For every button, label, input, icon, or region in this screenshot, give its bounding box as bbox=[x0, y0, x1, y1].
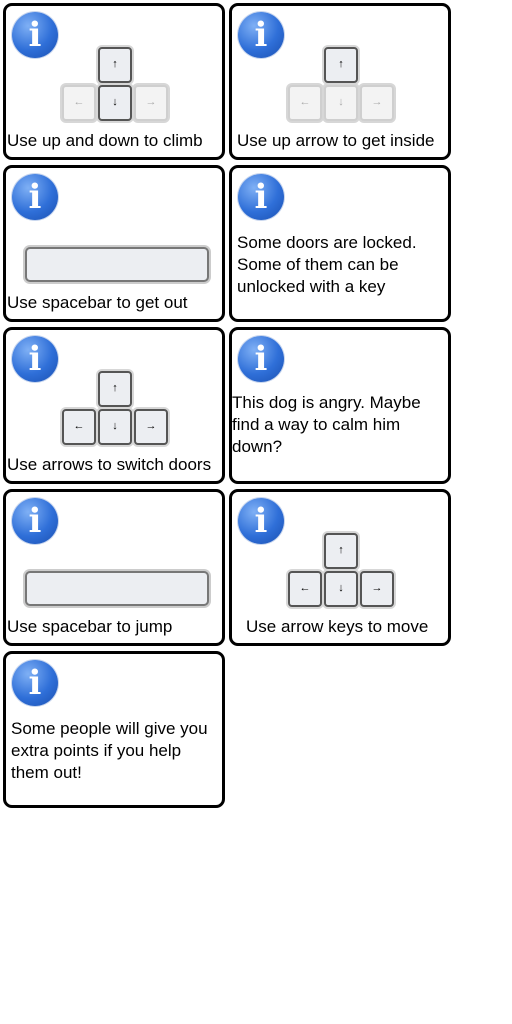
left-key: ← bbox=[62, 85, 96, 121]
down-key: ↓ bbox=[324, 85, 358, 121]
tip-card-jump: i Use spacebar to jump bbox=[3, 489, 225, 646]
tip-text: Some people will give you extra points i… bbox=[11, 719, 208, 782]
tip-text: Use spacebar to get out bbox=[7, 293, 188, 312]
down-key: ↓ bbox=[98, 85, 132, 121]
tip-card-angry-dog: i This dog is angry. Maybe find a way to… bbox=[229, 327, 451, 484]
tip-card-get-inside: i ↑ ← ↓ → Use up arrow to get inside bbox=[229, 3, 451, 160]
info-icon: i bbox=[12, 174, 58, 220]
arrow-keys: ↑ ← ↓ → bbox=[60, 369, 168, 445]
info-icon: i bbox=[238, 174, 284, 220]
tip-card-get-out: i Use spacebar to get out bbox=[3, 165, 225, 322]
down-key: ↓ bbox=[98, 409, 132, 445]
down-key: ↓ bbox=[324, 571, 358, 607]
tip-card-move: i ↑ ← ↓ → Use arrow keys to move bbox=[229, 489, 451, 646]
up-key: ↑ bbox=[98, 47, 132, 83]
tip-text: This dog is angry. Maybe find a way to c… bbox=[232, 393, 421, 456]
tip-card-extra-points: i Some people will give you extra points… bbox=[3, 651, 225, 808]
info-icon: i bbox=[12, 660, 58, 706]
up-key: ↑ bbox=[324, 47, 358, 83]
tip-card-locked-doors: i Some doors are locked. Some of them ca… bbox=[229, 165, 451, 322]
left-key: ← bbox=[62, 409, 96, 445]
right-key: → bbox=[360, 85, 394, 121]
info-icon: i bbox=[238, 336, 284, 382]
left-key: ← bbox=[288, 85, 322, 121]
spacebar-key bbox=[25, 247, 209, 282]
arrow-keys: ↑ ← ↓ → bbox=[286, 45, 394, 121]
info-icon: i bbox=[12, 336, 58, 382]
info-icon: i bbox=[238, 12, 284, 58]
up-key: ↑ bbox=[98, 371, 132, 407]
tip-text: Use spacebar to jump bbox=[7, 617, 173, 636]
tip-text: Use arrows to switch doors bbox=[7, 455, 212, 474]
info-icon: i bbox=[12, 12, 58, 58]
left-key: ← bbox=[288, 571, 322, 607]
tip-card-climb: i ↑ ← ↓ → Use up and down to climb bbox=[3, 3, 225, 160]
info-icon: i bbox=[12, 498, 58, 544]
up-key: ↑ bbox=[324, 533, 358, 569]
spacebar-key bbox=[25, 571, 209, 606]
right-key: → bbox=[134, 85, 168, 121]
arrow-keys: ↑ ← ↓ → bbox=[60, 45, 168, 121]
arrow-keys: ↑ ← ↓ → bbox=[286, 531, 394, 607]
tip-text: Use up arrow to get inside bbox=[237, 131, 435, 150]
info-icon: i bbox=[238, 498, 284, 544]
tip-text: Use up and down to climb bbox=[7, 131, 203, 150]
tip-text: Use arrow keys to move bbox=[246, 617, 429, 636]
tip-card-switch-doors: i ↑ ← ↓ → Use arrows to switch doors bbox=[3, 327, 225, 484]
right-key: → bbox=[360, 571, 394, 607]
right-key: → bbox=[134, 409, 168, 445]
tip-text: Some doors are locked. Some of them can … bbox=[237, 233, 417, 296]
